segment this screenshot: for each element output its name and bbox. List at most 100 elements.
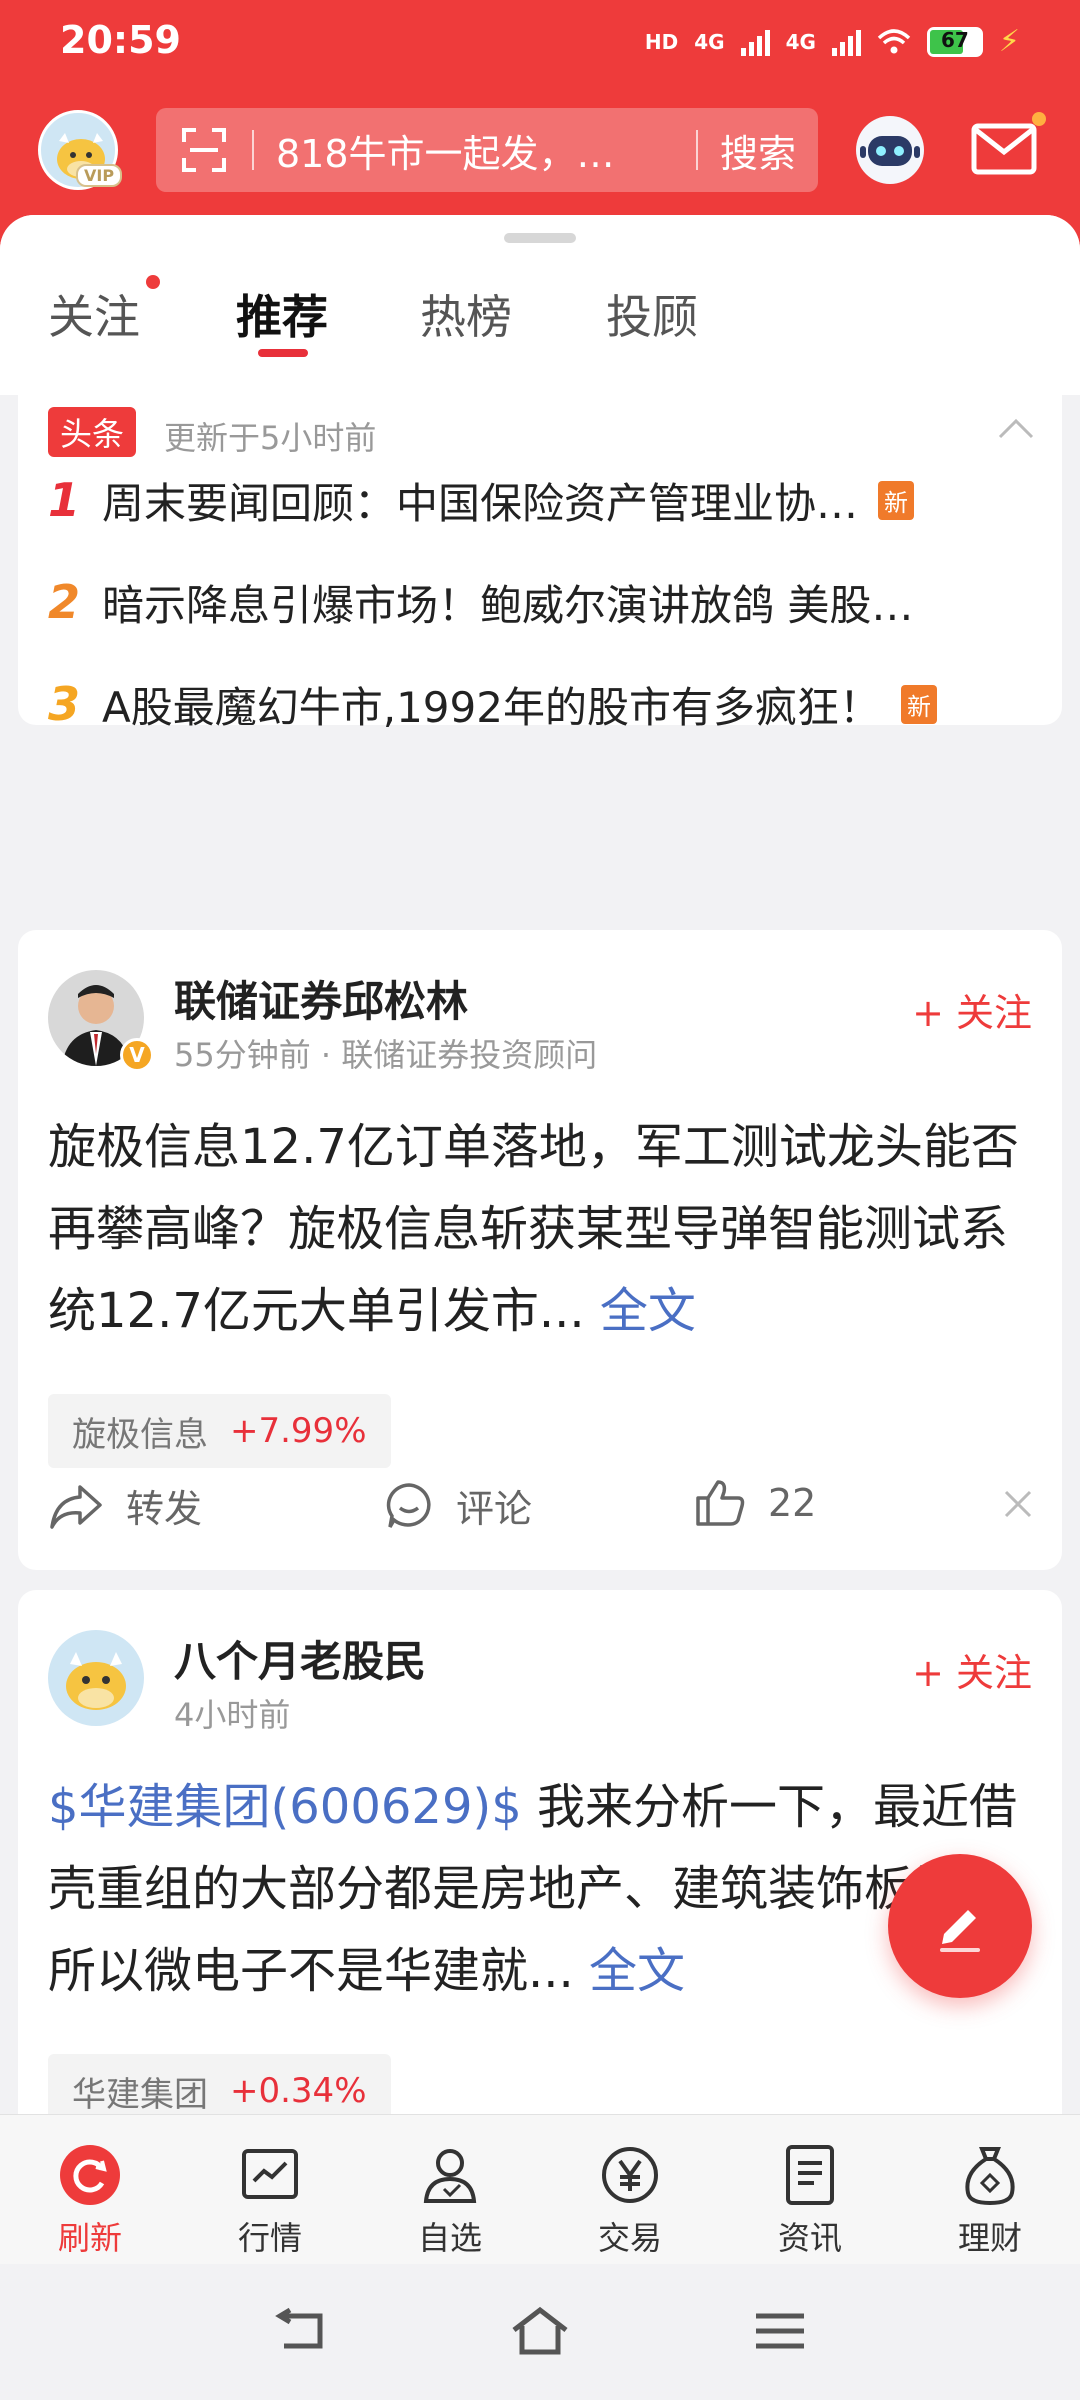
content-sheet: 关注 推荐 热榜 投顾 头条 更新于5小时前 1 周末要闻回顾：中国保险资产管理…: [0, 215, 1080, 2190]
search-input[interactable]: 818牛市一起发，…: [254, 123, 696, 178]
home-icon[interactable]: [510, 2306, 570, 2356]
full-text-link[interactable]: 全文: [589, 1943, 685, 1999]
search-button[interactable]: 搜索: [698, 123, 818, 178]
wifi-icon: [877, 28, 911, 53]
charging-icon: ⚡: [998, 24, 1020, 59]
nav-refresh[interactable]: 刷新: [30, 2143, 150, 2259]
headline-item[interactable]: 2 暗示降息引爆市场！鲍威尔演讲放鸽 美股…: [48, 557, 1048, 647]
nav-trade[interactable]: 交易: [570, 2143, 690, 2259]
chart-icon: [242, 2149, 298, 2199]
cow-avatar-icon: [48, 1630, 144, 1726]
refresh-icon: [60, 2145, 120, 2205]
headline-tag: 头条: [48, 407, 137, 457]
status-time: 20:59: [60, 18, 181, 62]
nav-label: 交易: [597, 2219, 662, 2257]
author-name[interactable]: 联储证券邱松林: [174, 968, 468, 1029]
share-button[interactable]: 转发: [48, 1478, 202, 1533]
like-count: 22: [768, 1481, 817, 1525]
follow-button[interactable]: + 关注: [912, 1642, 1032, 1697]
headline-title: 暗示降息引爆市场！鲍威尔演讲放鸽 美股…: [102, 580, 914, 630]
tab-follow[interactable]: 关注: [48, 281, 140, 347]
post-card[interactable]: V 联储证券邱松林 55分钟前 · 联储证券投资顾问 + 关注 旋极信息12.7…: [18, 930, 1062, 1570]
nav-label: 资讯: [777, 2219, 842, 2257]
document-icon: [786, 2145, 834, 2205]
headline-item[interactable]: 3 A股最魔幻牛市,1992年的股市有多疯狂！ 新: [48, 659, 1048, 749]
tab-hot-list[interactable]: 热榜: [420, 281, 512, 347]
stock-link[interactable]: $华建集团(600629)$: [48, 1779, 522, 1835]
new-badge: 新: [900, 684, 937, 724]
headlines-card: 头条 更新于5小时前 1 周末要闻回顾：中国保险资产管理业协… 新 2 暗示降息…: [18, 395, 1062, 732]
scan-icon[interactable]: [156, 108, 252, 192]
pencil-icon: [940, 1910, 980, 1952]
vip-badge: VIP: [76, 164, 123, 187]
post-text[interactable]: 旋极信息12.7亿订单落地，军工测试龙头能否再攀高峰？旋极信息斩获某型导弹智能测…: [48, 1106, 1038, 1352]
post-actions: 转发 评论 22: [48, 1478, 1038, 1538]
system-nav-bar: [0, 2264, 1080, 2400]
status-icons: HD 4G 4G 67 ⚡: [645, 24, 1020, 59]
post-meta: 55分钟前 · 联储证券投资顾问: [174, 1036, 598, 1074]
compose-button[interactable]: [888, 1854, 1032, 1998]
battery-level: 67: [941, 27, 969, 52]
network-label-1: 4G: [694, 29, 725, 54]
headline-rank: 2: [48, 575, 81, 629]
active-tab-indicator: [258, 349, 308, 357]
headline-item[interactable]: 1 周末要闻回顾：中国保险资产管理业协… 新: [48, 455, 1048, 545]
share-label: 转发: [126, 1487, 203, 1531]
bottom-navigation: 刷新 行情 自选 交易 资讯 理财: [0, 2114, 1080, 2264]
post-text[interactable]: $华建集团(600629)$ 我来分析一下，最近借壳重组的大部分都是房地产、建筑…: [48, 1766, 1038, 2012]
stock-change: +0.34%: [230, 2071, 367, 2111]
feed-tabs: 关注 推荐 热榜 投顾: [0, 215, 1080, 395]
comment-label: 评论: [456, 1487, 533, 1531]
drag-handle[interactable]: [504, 233, 576, 243]
notification-dot: [1032, 112, 1046, 126]
full-text-link[interactable]: 全文: [600, 1283, 696, 1339]
headline-title: 周末要闻回顾：中国保险资产管理业协…: [102, 478, 859, 528]
nav-news[interactable]: 资讯: [750, 2143, 870, 2259]
stock-change: +7.99%: [230, 1411, 367, 1451]
comment-button[interactable]: 评论: [384, 1478, 532, 1533]
post-meta: 4小时前: [174, 1696, 291, 1734]
status-bar: 20:59 HD 4G 4G 67 ⚡: [0, 0, 1080, 82]
nav-label: 自选: [417, 2219, 482, 2257]
post-body: 旋极信息12.7亿订单落地，军工测试龙头能否再攀高峰？旋极信息斩获某型导弹智能测…: [48, 1119, 1019, 1339]
money-bag-icon: [965, 2147, 1015, 2206]
search-bar[interactable]: 818牛市一起发，… 搜索: [156, 108, 818, 192]
nav-watchlist[interactable]: 自选: [390, 2143, 510, 2259]
chevron-up-icon[interactable]: [996, 413, 1036, 443]
mail-icon[interactable]: [970, 118, 1040, 182]
nav-label: 理财: [957, 2219, 1022, 2257]
nav-market[interactable]: 行情: [210, 2143, 330, 2259]
headline-title: A股最魔幻牛市,1992年的股市有多疯狂！: [102, 682, 881, 732]
comment-icon: [386, 1482, 431, 1528]
nav-label: 刷新: [57, 2219, 122, 2257]
tab-recommend[interactable]: 推荐: [236, 281, 328, 347]
tab-advisor[interactable]: 投顾: [606, 281, 698, 347]
share-icon: [50, 1484, 102, 1529]
stock-name: 旋极信息: [72, 1414, 208, 1455]
battery-icon: 67: [926, 26, 983, 57]
back-icon[interactable]: [270, 2306, 330, 2356]
hd-label: HD: [644, 29, 679, 54]
user-icon: [423, 2149, 477, 2203]
network-label-2: 4G: [785, 29, 816, 54]
close-icon[interactable]: [998, 1484, 1038, 1524]
headline-update-time: 更新于5小时前: [164, 419, 377, 457]
author-avatar[interactable]: [48, 1630, 144, 1726]
menu-icon[interactable]: [750, 2306, 810, 2356]
author-name[interactable]: 八个月老股民: [174, 1628, 426, 1689]
robot-assistant-icon[interactable]: [850, 110, 930, 190]
like-button[interactable]: 22: [694, 1478, 816, 1528]
nav-wealth[interactable]: 理财: [930, 2143, 1050, 2259]
yen-icon: [602, 2147, 658, 2203]
follow-button[interactable]: + 关注: [912, 982, 1032, 1037]
thumbs-up-icon: [696, 1480, 745, 1526]
tab-follow-dot: [146, 275, 160, 289]
headline-rank: 1: [48, 473, 81, 527]
stock-name: 华建集团: [72, 2074, 208, 2115]
signal-icon: [740, 28, 770, 56]
headline-rank: 3: [48, 677, 81, 731]
stock-chip[interactable]: 旋极信息 +7.99%: [48, 1394, 391, 1468]
new-badge: 新: [878, 480, 915, 520]
verified-icon: V: [120, 1038, 154, 1072]
nav-label: 行情: [237, 2219, 302, 2257]
